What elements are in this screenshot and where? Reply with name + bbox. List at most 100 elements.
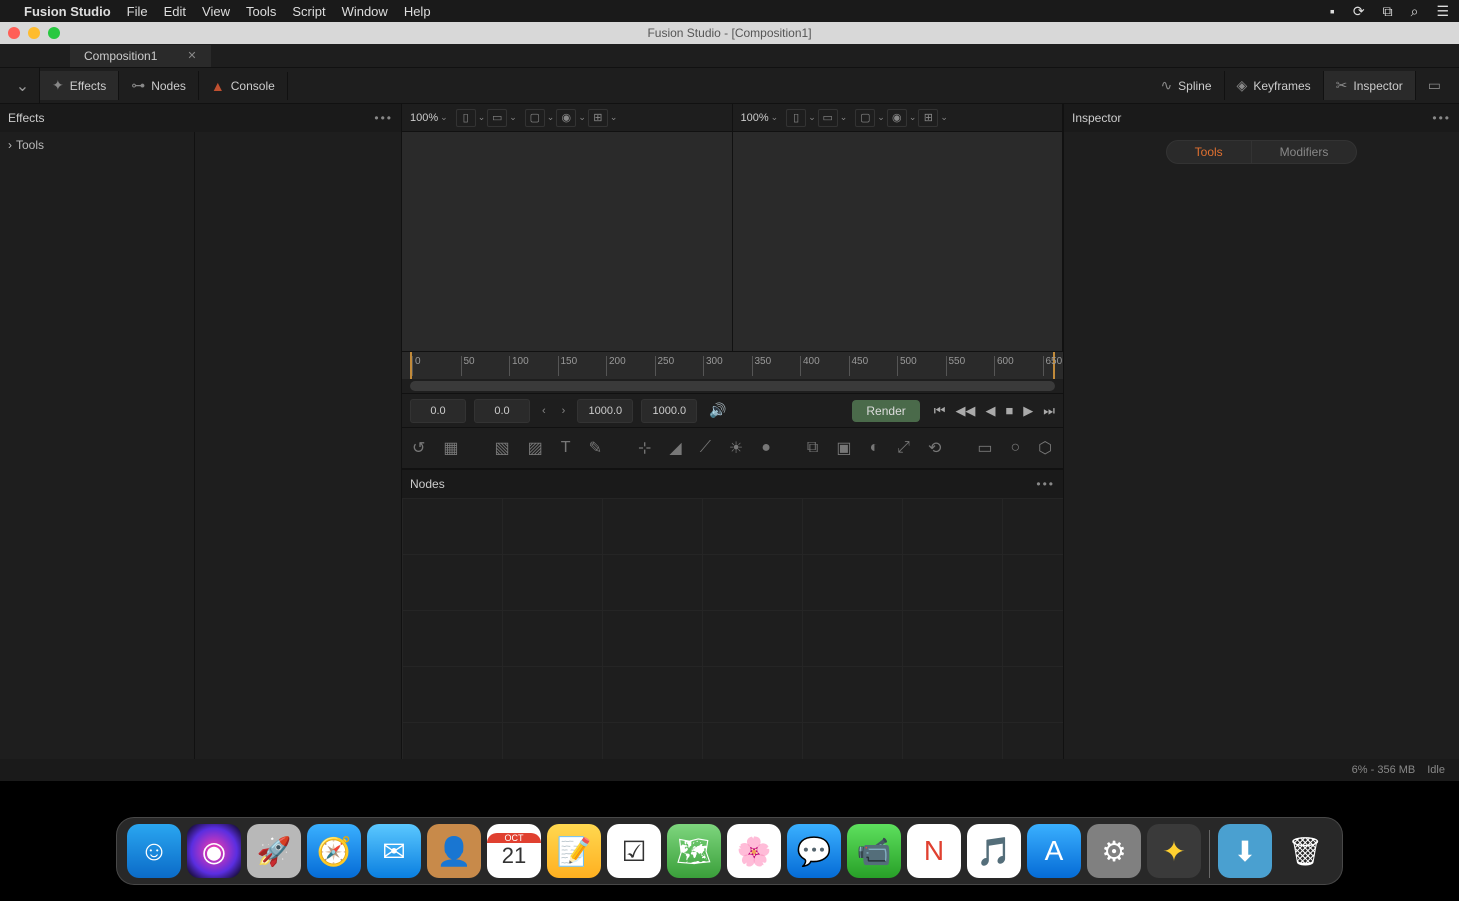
merge-tool-icon[interactable]: ⧉ [807, 435, 818, 461]
background-tool-icon[interactable]: ▧ [495, 435, 510, 461]
app-name[interactable]: Fusion Studio [24, 4, 111, 19]
menu-tools[interactable]: Tools [246, 4, 276, 19]
messages-icon[interactable]: 💬 [787, 824, 841, 878]
rectangle-tool-icon[interactable]: ▭ [977, 435, 992, 461]
trash-icon[interactable]: 🗑 [1278, 824, 1332, 878]
bluetooth-icon[interactable]: ⟳ [1353, 3, 1365, 20]
display-toggle[interactable]: ▭ [1416, 71, 1453, 100]
minimize-window-button[interactable] [28, 27, 40, 39]
menu-edit[interactable]: Edit [164, 4, 186, 19]
saver-tool-icon[interactable]: ▦ [443, 435, 458, 461]
safari-icon[interactable]: 🧭 [307, 824, 361, 878]
next-keyframe-icon[interactable]: › [558, 405, 570, 417]
curves-tool-icon[interactable]: ⟋ [700, 435, 711, 461]
brightness-tool-icon[interactable]: ☀ [729, 435, 743, 461]
go-end-icon[interactable]: ⏭ [1043, 403, 1055, 419]
menu-file[interactable]: File [127, 4, 148, 19]
play-reverse-icon[interactable]: ◀ [985, 403, 995, 419]
roi-icon[interactable]: ▢ [525, 109, 545, 127]
transform-tool-icon[interactable]: ⟲ [928, 435, 941, 461]
close-window-button[interactable] [8, 27, 20, 39]
grid2-icon[interactable]: ⊞ [918, 109, 938, 127]
close-tab-icon[interactable]: ✕ [187, 49, 196, 62]
polygon-tool-icon[interactable]: ⬡ [1038, 435, 1052, 461]
channelbool-tool-icon[interactable]: ▣ [836, 435, 851, 461]
tracker-tool-icon[interactable]: ⊹ [638, 435, 651, 461]
grid-icon[interactable]: ⊞ [588, 109, 608, 127]
view-mode-b-icon[interactable]: ▭ [487, 109, 507, 127]
zoom-left[interactable]: 100%⌄ [410, 112, 448, 124]
view-mode-a2-icon[interactable]: ▯ [786, 109, 806, 127]
reminders-icon[interactable]: ☑ [607, 824, 661, 878]
start-time-field[interactable]: 0.0 [410, 399, 466, 423]
resize-tool-icon[interactable]: ⤢ [897, 435, 910, 461]
roi2-icon[interactable]: ▢ [855, 109, 875, 127]
step-back-icon[interactable]: ◀◀ [955, 403, 975, 419]
loader-tool-icon[interactable]: ↺ [412, 435, 425, 461]
timeline-scrollbar[interactable] [410, 381, 1055, 391]
nodes-menu-icon[interactable]: ••• [1036, 477, 1055, 491]
audio-icon[interactable]: 🔊 [709, 402, 726, 419]
launchpad-icon[interactable]: 🚀 [247, 824, 301, 878]
notes-icon[interactable]: 📝 [547, 824, 601, 878]
inspector-tab-tools[interactable]: Tools [1166, 140, 1252, 164]
view-mode-b2-icon[interactable]: ▭ [818, 109, 838, 127]
range-a-field[interactable]: 1000.0 [577, 399, 633, 423]
siri-icon[interactable]: ◉ [187, 824, 241, 878]
menu-window[interactable]: Window [342, 4, 388, 19]
fusion-icon[interactable]: ✦ [1147, 824, 1201, 878]
layout-dropdown[interactable]: ⌄ [6, 68, 40, 104]
display-icon[interactable]: ⧉ [1383, 3, 1393, 20]
mail-icon[interactable]: ✉ [367, 824, 421, 878]
text-tool-icon[interactable]: T [561, 435, 571, 461]
spotlight-icon[interactable]: ⌕ [1411, 3, 1419, 20]
chat-icon[interactable]: ▪ [1330, 3, 1335, 19]
keyframes-toggle[interactable]: ◈ Keyframes [1225, 71, 1324, 100]
stop-icon[interactable]: ■ [1005, 403, 1013, 418]
go-start-icon[interactable]: ⏮ [934, 403, 946, 419]
render-button[interactable]: Render [852, 400, 919, 422]
maximize-window-button[interactable] [48, 27, 60, 39]
ellipse-tool-icon[interactable]: ○ [1010, 435, 1020, 461]
colorcorrect-tool-icon[interactable]: ◢ [669, 435, 681, 461]
menu-script[interactable]: Script [292, 4, 325, 19]
fastnoise-tool-icon[interactable]: ▨ [528, 435, 543, 461]
photos-icon[interactable]: 🌸 [727, 824, 781, 878]
menu-icon[interactable]: ☰ [1436, 3, 1449, 20]
calendar-icon[interactable]: OCT 21 [487, 824, 541, 878]
nodes-toggle[interactable]: ⊶ Nodes [119, 71, 199, 100]
composition-tab[interactable]: Composition1 ✕ [70, 45, 211, 67]
menu-help[interactable]: Help [404, 4, 431, 19]
news-icon[interactable]: N [907, 824, 961, 878]
effects-menu-icon[interactable]: ••• [374, 111, 393, 125]
inspector-menu-icon[interactable]: ••• [1432, 111, 1451, 125]
viewer-right[interactable] [733, 132, 1064, 351]
prev-keyframe-icon[interactable]: ‹ [538, 405, 550, 417]
blur-tool-icon[interactable]: ● [761, 435, 771, 461]
appstore-icon[interactable]: A [1027, 824, 1081, 878]
zoom-right[interactable]: 100%⌄ [741, 112, 779, 124]
scrollbar-thumb[interactable] [410, 381, 1055, 391]
facetime-icon[interactable]: 📹 [847, 824, 901, 878]
console-toggle[interactable]: ▲ Console [199, 72, 288, 100]
matte-tool-icon[interactable]: ◐ [869, 435, 879, 461]
inspector-tab-modifiers[interactable]: Modifiers [1252, 140, 1358, 164]
paint-tool-icon[interactable]: ✎ [589, 435, 602, 461]
downloads-icon[interactable]: ⬇ [1218, 824, 1272, 878]
viewer-left[interactable] [402, 132, 733, 351]
tree-item-tools[interactable]: › Tools [8, 136, 186, 154]
play-icon[interactable]: ▶ [1023, 403, 1033, 419]
music-icon[interactable]: 🎵 [967, 824, 1021, 878]
view-mode-a-icon[interactable]: ▯ [456, 109, 476, 127]
maps-icon[interactable]: 🗺 [667, 824, 721, 878]
range-b-field[interactable]: 1000.0 [641, 399, 697, 423]
spline-toggle[interactable]: ∿ Spline [1148, 71, 1224, 100]
current-time-field[interactable]: 0.0 [474, 399, 530, 423]
settings-icon[interactable]: ⚙ [1087, 824, 1141, 878]
contacts-icon[interactable]: 👤 [427, 824, 481, 878]
timeline-ruler[interactable]: 0501001502002503003504004505005506006507… [402, 351, 1063, 379]
nodes-graph[interactable] [402, 498, 1063, 759]
color2-icon[interactable]: ◉ [887, 109, 907, 127]
menu-view[interactable]: View [202, 4, 230, 19]
finder-icon[interactable]: ☺ [127, 824, 181, 878]
